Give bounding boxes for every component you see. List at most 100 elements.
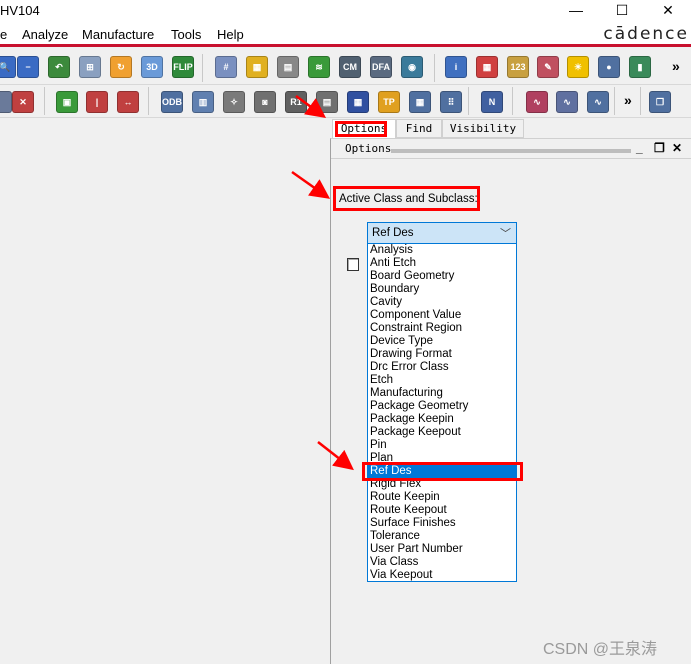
- matrix-icon[interactable]: ▦: [347, 91, 369, 113]
- close-button[interactable]: ✕: [645, 0, 691, 22]
- grid-pads-icon[interactable]: ▦: [409, 91, 431, 113]
- zoom-fit-icon[interactable]: ⊞: [79, 56, 101, 78]
- class-option[interactable]: Boundary: [368, 283, 516, 296]
- highlight-icon[interactable]: ●: [598, 56, 620, 78]
- redraw-icon[interactable]: ↻: [110, 56, 132, 78]
- menu-tools[interactable]: Tools: [171, 27, 201, 42]
- grid-icon[interactable]: #: [215, 56, 237, 78]
- element-info-icon[interactable]: ▦: [476, 56, 498, 78]
- document-icon[interactable]: ▤: [316, 91, 338, 113]
- toolbar-separator: [640, 87, 641, 115]
- report-icon[interactable]: ∿: [526, 91, 548, 113]
- renumber-icon[interactable]: R1: [285, 91, 307, 113]
- delete-icon[interactable]: ✕: [12, 91, 34, 113]
- menu-manufacture[interactable]: Manufacture: [82, 27, 154, 42]
- panel-drag-handle[interactable]: [391, 149, 631, 153]
- maximize-button[interactable]: ☐: [599, 0, 645, 22]
- light-icon[interactable]: ☀: [567, 56, 589, 78]
- info-icon[interactable]: i: [445, 56, 467, 78]
- dimension-horizontal-icon[interactable]: ↔: [117, 91, 139, 113]
- class-option[interactable]: Device Type: [368, 335, 516, 348]
- measure-icon[interactable]: 123: [507, 56, 529, 78]
- pad-array-icon[interactable]: ⠿: [440, 91, 462, 113]
- book-icon[interactable]: ∿: [556, 91, 578, 113]
- panel-float-button[interactable]: ❐: [654, 141, 665, 155]
- class-option[interactable]: Package Keepin: [368, 413, 516, 426]
- testpoint-icon[interactable]: TP: [378, 91, 400, 113]
- toolbar-separator: [44, 87, 45, 115]
- class-option[interactable]: Tolerance: [368, 530, 516, 543]
- color-icon[interactable]: ▦: [246, 56, 268, 78]
- component-icon[interactable]: ▣: [56, 91, 78, 113]
- toolbar-overflow-button[interactable]: »: [624, 92, 632, 108]
- constraint-manager-icon[interactable]: CM: [339, 56, 361, 78]
- menu-help[interactable]: Help: [217, 27, 244, 42]
- camera-icon[interactable]: ◙: [254, 91, 276, 113]
- class-option[interactable]: Constraint Region: [368, 322, 516, 335]
- class-option[interactable]: Drawing Format: [368, 348, 516, 361]
- pages-icon[interactable]: ❐: [649, 91, 671, 113]
- menu-bar: e Analyze Manufacture Tools Help cādence: [0, 22, 691, 47]
- tab-visibility[interactable]: Visibility: [442, 119, 524, 138]
- route-icon[interactable]: N: [481, 91, 503, 113]
- class-option[interactable]: Route Keepout: [368, 504, 516, 517]
- class-option[interactable]: Cavity: [368, 296, 516, 309]
- tab-find[interactable]: Find: [396, 119, 442, 138]
- checkbox[interactable]: [347, 258, 359, 271]
- layers-icon[interactable]: ≋: [308, 56, 330, 78]
- dfa-icon[interactable]: DFA: [370, 56, 392, 78]
- class-dropdown-list: Analysis Anti Etch Board Geometry Boundary C…: [367, 243, 517, 582]
- dimension-vertical-icon[interactable]: |: [86, 91, 108, 113]
- zoom-out-icon[interactable]: −: [17, 56, 39, 78]
- class-option[interactable]: Via Keepout: [368, 569, 516, 582]
- toolbar-separator: [202, 54, 203, 82]
- toolbar-primary: » 🔍 − ↶ ⊞ ↻ 3D FLIP # ▦ ▤ ≋ CM DFA ◉ i ▦ 123 ✎ ☀ ● ▮: [0, 50, 691, 85]
- arrow-to-label: [291, 170, 331, 199]
- flip-board-icon[interactable]: FLIP: [172, 56, 194, 78]
- partial-icon[interactable]: [0, 91, 12, 113]
- toolbar-separator: [148, 87, 149, 115]
- class-option[interactable]: Manufacturing: [368, 387, 516, 400]
- title-bar: HV104 — ☐ ✕: [0, 0, 691, 22]
- 3d-view-icon[interactable]: 3D: [141, 56, 163, 78]
- class-option[interactable]: Package Keepout: [368, 426, 516, 439]
- class-dropdown[interactable]: Ref Des ﹀: [367, 222, 517, 244]
- toolbar-overflow-button[interactable]: »: [672, 58, 680, 74]
- toolbar-separator: [614, 87, 615, 115]
- class-option[interactable]: Route Keepin: [368, 491, 516, 504]
- shadow-icon[interactable]: ▤: [277, 56, 299, 78]
- class-option[interactable]: Etch: [368, 374, 516, 387]
- class-option[interactable]: Package Geometry: [368, 400, 516, 413]
- annotation-highlight-refdes: [362, 462, 523, 481]
- brush-icon[interactable]: ✎: [537, 56, 559, 78]
- panel-minimize-button[interactable]: _: [636, 141, 643, 155]
- window-title: HV104: [0, 3, 40, 18]
- class-option[interactable]: User Part Number: [368, 543, 516, 556]
- chip-icon[interactable]: ∿: [587, 91, 609, 113]
- wrench-icon[interactable]: ✧: [223, 91, 245, 113]
- class-option[interactable]: Component Value: [368, 309, 516, 322]
- watermark: CSDN @王泉涛: [543, 641, 658, 658]
- menu-file[interactable]: e: [0, 27, 7, 42]
- odb-export-icon[interactable]: ODB: [161, 91, 183, 113]
- class-option[interactable]: Analysis: [368, 244, 516, 257]
- zoom-in-icon[interactable]: 🔍: [0, 56, 16, 78]
- columns-icon[interactable]: ▥: [192, 91, 214, 113]
- class-option[interactable]: Drc Error Class: [368, 361, 516, 374]
- class-option[interactable]: Anti Etch: [368, 257, 516, 270]
- minimize-button[interactable]: —: [553, 0, 599, 22]
- cadence-logo: cādence: [603, 24, 689, 44]
- class-option[interactable]: Via Class: [368, 556, 516, 569]
- class-option[interactable]: Board Geometry: [368, 270, 516, 283]
- zoom-previous-icon[interactable]: ↶: [48, 56, 70, 78]
- menu-analyze[interactable]: Analyze: [22, 27, 68, 42]
- stats-icon[interactable]: ▮: [629, 56, 651, 78]
- toolbar-separator: [512, 87, 513, 115]
- class-option[interactable]: Pin: [368, 439, 516, 452]
- divider: [331, 158, 691, 159]
- panel-close-button[interactable]: ✕: [672, 141, 682, 155]
- globe-icon[interactable]: ◉: [401, 56, 423, 78]
- annotation-highlight-options: [335, 121, 387, 137]
- class-option[interactable]: Surface Finishes: [368, 517, 516, 530]
- panel-title: Options: [345, 142, 392, 155]
